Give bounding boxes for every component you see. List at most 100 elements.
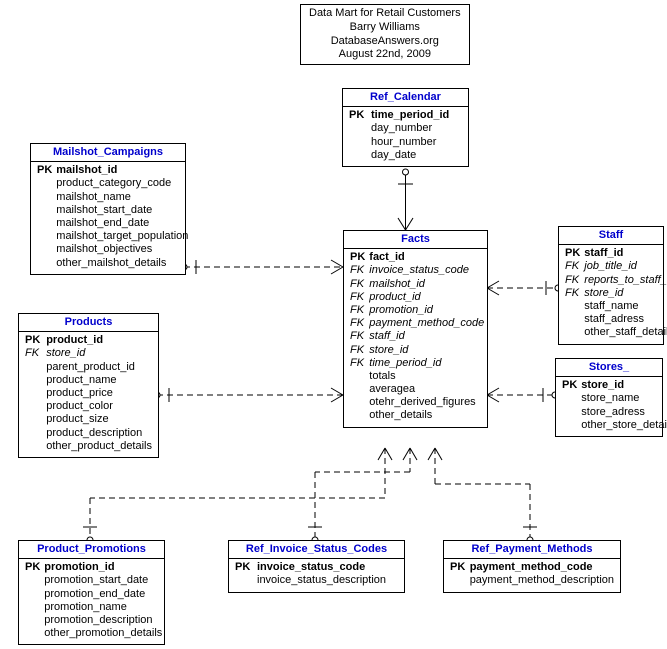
- attr-row: parent_product_id: [23, 361, 154, 374]
- attr-key: PK: [23, 334, 44, 347]
- attr-table: PKtime_period_idday_numberhour_numberday…: [347, 109, 464, 162]
- attr-key: PK: [560, 379, 579, 392]
- attr-key: [23, 440, 44, 453]
- attr-name: product_size: [44, 413, 154, 426]
- attr-name: product_description: [44, 427, 154, 440]
- attr-name: product_id: [367, 291, 486, 304]
- attr-row: hour_number: [347, 136, 464, 149]
- rel-stores-facts: [487, 388, 558, 402]
- attr-key: [23, 627, 42, 640]
- attr-name: mailshot_objectives: [54, 243, 190, 256]
- attr-row: promotion_start_date: [23, 574, 164, 587]
- attr-key: [348, 396, 367, 409]
- attr-key: FK: [348, 344, 367, 357]
- attr-row: promotion_description: [23, 614, 164, 627]
- rel-mailshot-facts: [181, 260, 343, 274]
- attr-key: PK: [35, 164, 54, 177]
- attr-row: PKmailshot_id: [35, 164, 190, 177]
- attr-row: product_description: [23, 427, 154, 440]
- title-line1: Data Mart for Retail Customers: [309, 7, 461, 21]
- rel-promotions-facts: [83, 448, 392, 543]
- attr-row: averagea: [348, 383, 486, 396]
- attr-key: [35, 177, 54, 190]
- attr-key: [23, 427, 44, 440]
- attr-row: FKpayment_method_code: [348, 317, 486, 330]
- entity-product-promotions: Product_Promotions PKpromotion_idpromoti…: [18, 540, 165, 645]
- attr-name: invoice_status_description: [255, 574, 400, 587]
- attr-key: [23, 413, 44, 426]
- attr-row: FKstore_id: [348, 344, 486, 357]
- attr-key: PK: [563, 247, 582, 260]
- attr-name: totals: [367, 370, 486, 383]
- attr-name: time_period_id: [369, 109, 464, 122]
- attr-key: FK: [563, 260, 582, 273]
- attr-row: mailshot_target_population: [35, 230, 190, 243]
- attr-name: staff_id: [367, 330, 486, 343]
- attr-key: [563, 313, 582, 326]
- entity-stores: Stores_ PKstore_idstore_namestore_adress…: [555, 358, 663, 437]
- attr-row: PKstore_id: [560, 379, 667, 392]
- attr-row: PKfact_id: [348, 251, 486, 264]
- attr-name: other_mailshot_details: [54, 257, 190, 270]
- entity-products: Products PKproduct_idFKstore_idparent_pr…: [18, 313, 159, 458]
- attr-key: [35, 243, 54, 256]
- attr-name: invoice_status_code: [255, 561, 400, 574]
- attr-key: [35, 217, 54, 230]
- attr-name: promotion_id: [367, 304, 486, 317]
- attr-name: payment_method_description: [468, 574, 616, 587]
- attr-name: reports_to_staff_id: [582, 274, 667, 287]
- attr-key: [233, 574, 255, 587]
- er-diagram: Data Mart for Retail Customers Barry Wil…: [0, 0, 667, 649]
- attr-key: PK: [348, 251, 367, 264]
- attr-row: mailshot_start_date: [35, 204, 190, 217]
- entity-facts: Facts PKfact_idFKinvoice_status_codeFKma…: [343, 230, 488, 428]
- attr-row: store_adress: [560, 406, 667, 419]
- attr-table: PKmailshot_idproduct_category_codemailsh…: [35, 164, 190, 270]
- attr-row: FKmailshot_id: [348, 278, 486, 291]
- attr-row: product_color: [23, 400, 154, 413]
- attr-row: FKstaff_id: [348, 330, 486, 343]
- attr-name: store_name: [579, 392, 667, 405]
- attr-table: PKpayment_method_codepayment_method_desc…: [448, 561, 616, 587]
- attr-key: [23, 374, 44, 387]
- entity-header: Mailshot_Campaigns: [31, 144, 185, 162]
- attr-name: other_details: [367, 409, 486, 422]
- attr-name: product_color: [44, 400, 154, 413]
- attr-key: FK: [348, 357, 367, 370]
- attr-row: totals: [348, 370, 486, 383]
- attr-table: PKproduct_idFKstore_idparent_product_idp…: [23, 334, 154, 453]
- attr-table: PKstore_idstore_namestore_adressother_st…: [560, 379, 667, 432]
- attr-name: staff_name: [582, 300, 667, 313]
- attr-key: [560, 406, 579, 419]
- attr-name: invoice_status_code: [367, 264, 486, 277]
- attr-table: PKpromotion_idpromotion_start_datepromot…: [23, 561, 164, 640]
- attr-key: [347, 149, 369, 162]
- attr-name: store_id: [579, 379, 667, 392]
- attr-name: other_staff_details: [582, 326, 667, 339]
- entity-header: Ref_Invoice_Status_Codes: [229, 541, 404, 559]
- attr-row: FKproduct_id: [348, 291, 486, 304]
- attr-name: payment_method_code: [367, 317, 486, 330]
- attr-row: other_store_details: [560, 419, 667, 432]
- attr-row: FKpromotion_id: [348, 304, 486, 317]
- attr-row: FKreports_to_staff_id: [563, 274, 667, 287]
- attr-name: staff_adress: [582, 313, 667, 326]
- attr-key: [347, 136, 369, 149]
- attr-row: FKinvoice_status_code: [348, 264, 486, 277]
- title-line2: Barry Williams: [309, 21, 461, 35]
- attr-key: [23, 588, 42, 601]
- attr-name: store_id: [367, 344, 486, 357]
- attr-key: FK: [348, 317, 367, 330]
- attr-row: PKstaff_id: [563, 247, 667, 260]
- attr-key: FK: [348, 304, 367, 317]
- attr-name: mailshot_id: [367, 278, 486, 291]
- attr-name: promotion_description: [42, 614, 164, 627]
- attr-name: other_promotion_details: [42, 627, 164, 640]
- attr-row: FKjob_title_id: [563, 260, 667, 273]
- rel-payment-facts: [428, 448, 537, 543]
- attr-key: [560, 419, 579, 432]
- attr-name: store_id: [582, 287, 667, 300]
- entity-header: Stores_: [556, 359, 662, 377]
- attr-name: product_price: [44, 387, 154, 400]
- attr-name: day_number: [369, 122, 464, 135]
